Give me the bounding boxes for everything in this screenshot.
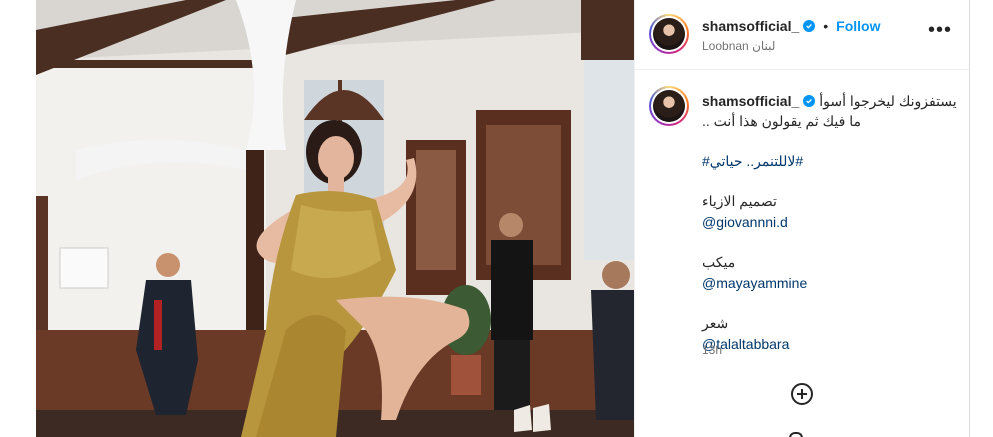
post-photo[interactable] [36,0,634,437]
verified-badge-icon [803,20,816,32]
caption-body: shamsofficial_ يستفزونك ليخرجوا أسوأ ما … [702,92,957,353]
separator-dot: • [823,18,829,34]
header-user-row: shamsofficial_ • Follow [702,18,881,34]
author-avatar[interactable] [649,14,689,54]
caption-username[interactable]: shamsofficial_ [702,92,799,110]
credit-hair: شعر @talaltabbara [702,314,957,353]
follow-button[interactable]: Follow [836,18,880,34]
caption-hashtags[interactable]: #لاللتنمر.. حياتي# [702,152,957,170]
post-timestamp[interactable]: 13h [702,343,722,357]
credit-handle[interactable]: @talaltabbara [702,335,957,353]
credit-handle[interactable]: @giovannni.d [702,213,957,231]
caption-avatar-image [653,90,685,122]
author-username[interactable]: shamsofficial_ [702,18,799,34]
credit-handle[interactable]: @mayayammine [702,274,957,292]
credit-label: شعر [702,315,729,331]
post-header: shamsofficial_ • Follow Loobnan لبنان ••… [635,0,970,70]
credit-fashion: تصميم الازياء @giovannni.d [702,192,957,231]
credit-label: ميكب [702,254,736,270]
post-image [36,0,634,437]
credit-label: تصميم الازياء [702,193,777,209]
avatar-image [653,18,685,50]
right-gutter [969,0,993,437]
post-location[interactable]: Loobnan لبنان [702,39,775,53]
credit-makeup: ميكب @mayayammine [702,253,957,292]
left-gutter [0,0,36,437]
add-comment-icon[interactable] [790,382,814,406]
scroll-hint-icon [789,432,803,437]
post-side-panel: shamsofficial_ • Follow Loobnan لبنان ••… [634,0,970,437]
caption-text-line1: يستفزونك ليخرجوا أسوأ [819,93,957,109]
caption-text-line2: ما فيك ثم يقولون هذا أنت .. [702,113,861,129]
caption-verified-badge-icon [803,95,816,107]
caption-author-avatar[interactable] [649,86,689,126]
more-options-icon[interactable]: ••• [928,20,952,40]
